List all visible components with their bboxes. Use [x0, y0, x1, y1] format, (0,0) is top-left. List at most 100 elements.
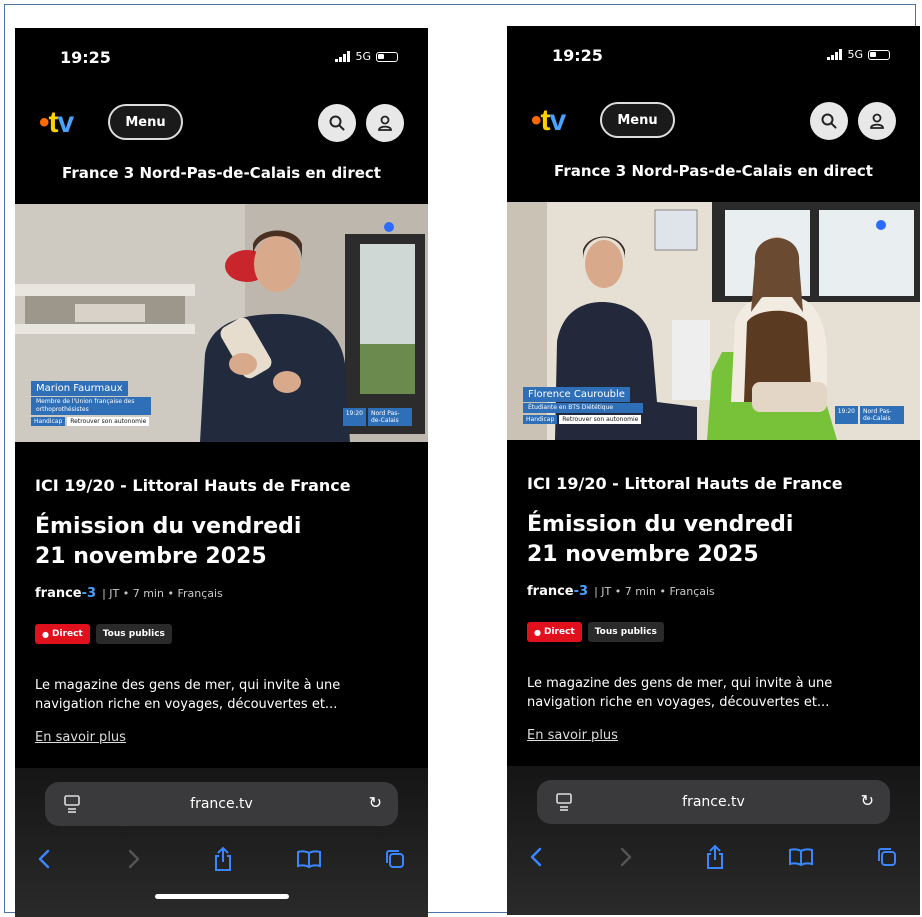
- episode-title-line-1: Émission du vendredi: [35, 514, 302, 539]
- account-button[interactable]: [366, 104, 404, 142]
- status-time: 19:25: [60, 48, 111, 67]
- tabs-button[interactable]: [872, 842, 902, 872]
- network-label: 5G: [847, 48, 863, 61]
- status-bar: 19:25 5G: [507, 26, 920, 86]
- audience-badge: Tous publics: [587, 622, 664, 642]
- video-player[interactable]: Florence Caurouble Étudiante en BTS Diét…: [507, 202, 920, 440]
- status-indicators: 5G: [827, 48, 890, 61]
- live-channel-title: France 3 Nord-Pas-de-Calais en direct: [554, 162, 873, 180]
- tabs-icon: [386, 850, 404, 868]
- lower-third: Marion Faurmaux Membre de l'Union frança…: [31, 376, 151, 426]
- browser-nav-row: [15, 844, 428, 874]
- back-button[interactable]: [521, 842, 551, 872]
- bookmarks-button[interactable]: [786, 842, 816, 872]
- phone-screen-left: 19:25 5G •tv Menu France 3 Nord-Pas-de-C…: [15, 28, 428, 917]
- region-badge: Nord Pas-de-Calais: [368, 408, 412, 426]
- program-show-name: ICI 19/20 - Littoral Hauts de France: [527, 474, 843, 493]
- chevron-left-icon: [530, 847, 542, 867]
- program-description: Le magazine des gens de mer, qui invite …: [35, 678, 341, 712]
- program-meta: france-3 | JT • 7 min • Français: [35, 586, 223, 601]
- france3-logo: france-3: [527, 584, 589, 599]
- more-info-link[interactable]: En savoir plus: [527, 728, 618, 743]
- share-button[interactable]: [700, 842, 730, 872]
- live-channel-title: France 3 Nord-Pas-de-Calais en direct: [62, 164, 381, 182]
- status-time: 19:25: [552, 46, 603, 65]
- bookmarks-button[interactable]: [294, 844, 324, 874]
- more-info-link[interactable]: En savoir plus: [35, 730, 126, 745]
- status-indicators: 5G: [335, 50, 398, 63]
- browser-toolbar: france.tv ↻: [15, 768, 428, 917]
- episode-title: Émission du vendredi 21 novembre 2025: [527, 510, 887, 570]
- chevron-left-icon: [38, 849, 50, 869]
- reload-icon[interactable]: ↻: [861, 791, 874, 810]
- program-description: Le magazine des gens de mer, qui invite …: [527, 676, 833, 710]
- tabs-icon: [878, 848, 896, 866]
- channel-badge: 19:20 Nord Pas-de-Calais: [834, 406, 904, 424]
- program-tags: Direct Tous publics: [527, 622, 664, 642]
- share-button[interactable]: [208, 844, 238, 874]
- search-icon: [329, 115, 345, 131]
- forward-button[interactable]: [119, 844, 149, 874]
- book-icon: [297, 850, 321, 869]
- direct-badge: Direct: [527, 622, 582, 642]
- reload-icon[interactable]: ↻: [369, 793, 382, 812]
- live-indicator-dot: [876, 220, 886, 230]
- chevron-right-icon: [128, 849, 140, 869]
- lower-third-name: Marion Faurmaux: [31, 381, 128, 396]
- program-show-name: ICI 19/20 - Littoral Hauts de France: [35, 476, 351, 495]
- lower-third-name: Florence Caurouble: [523, 387, 630, 402]
- search-button[interactable]: [318, 104, 356, 142]
- menu-button[interactable]: Menu: [108, 104, 183, 140]
- tabs-button[interactable]: [380, 844, 410, 874]
- region-badge: Nord Pas-de-Calais: [860, 406, 904, 424]
- france-tv-logo[interactable]: •tv: [39, 106, 74, 140]
- program-meta: france-3 | JT • 7 min • Français: [527, 584, 715, 599]
- episode-title-line-2: 21 novembre 2025: [527, 542, 759, 567]
- address-bar[interactable]: france.tv ↻: [537, 780, 890, 824]
- search-button[interactable]: [810, 102, 848, 140]
- battery-icon: [868, 49, 890, 60]
- signal-icon: [827, 49, 843, 60]
- site-header: •tv Menu: [15, 100, 428, 150]
- menu-button[interactable]: Menu: [600, 102, 675, 138]
- episode-title-line-1: Émission du vendredi: [527, 512, 794, 537]
- lower-third-tag-1: Handicap: [523, 415, 558, 424]
- lower-third-role: Membre de l'Union française des orthopro…: [31, 397, 151, 415]
- page-settings-icon: [64, 795, 80, 813]
- share-icon: [215, 846, 231, 871]
- address-bar[interactable]: france.tv ↻: [45, 782, 398, 826]
- live-indicator-dot: [384, 222, 394, 232]
- back-button[interactable]: [29, 844, 59, 874]
- video-player[interactable]: Marion Faurmaux Membre de l'Union frança…: [15, 204, 428, 442]
- france-tv-logo[interactable]: •tv: [531, 104, 566, 138]
- lower-third: Florence Caurouble Étudiante en BTS Diét…: [523, 382, 643, 424]
- user-icon: [378, 115, 392, 131]
- share-icon: [707, 844, 723, 869]
- search-icon: [821, 113, 837, 129]
- channel-badge: 19:20 Nord Pas-de-Calais: [342, 408, 412, 426]
- battery-icon: [376, 51, 398, 62]
- forward-button[interactable]: [611, 842, 641, 872]
- episode-title-line-2: 21 novembre 2025: [35, 544, 267, 569]
- program-meta-text: | JT • 7 min • Français: [102, 587, 223, 600]
- account-button[interactable]: [858, 102, 896, 140]
- browser-toolbar: france.tv ↻: [507, 766, 920, 915]
- signal-icon: [335, 51, 351, 62]
- program-meta-text: | JT • 7 min • Français: [594, 585, 715, 598]
- episode-title: Émission du vendredi 21 novembre 2025: [35, 512, 395, 572]
- lower-third-tags: Handicap Retrouver son autonomie: [31, 417, 151, 426]
- site-header: •tv Menu: [507, 98, 920, 148]
- chevron-right-icon: [620, 847, 632, 867]
- lower-third-tag-2: Retrouver son autonomie: [559, 415, 642, 424]
- phone-screen-right: 19:25 5G •tv Menu France 3 Nord-Pas-de-C…: [507, 26, 920, 915]
- direct-badge: Direct: [35, 624, 90, 644]
- address-url: france.tv: [190, 796, 253, 812]
- home-indicator: [154, 894, 289, 899]
- page-settings-icon: [556, 793, 572, 811]
- program-tags: Direct Tous publics: [35, 624, 172, 644]
- time-badge: 19:20: [834, 406, 858, 424]
- browser-nav-row: [507, 842, 920, 872]
- lower-third-tag-2: Retrouver son autonomie: [67, 417, 150, 426]
- user-icon: [870, 113, 884, 129]
- time-badge: 19:20: [342, 408, 366, 426]
